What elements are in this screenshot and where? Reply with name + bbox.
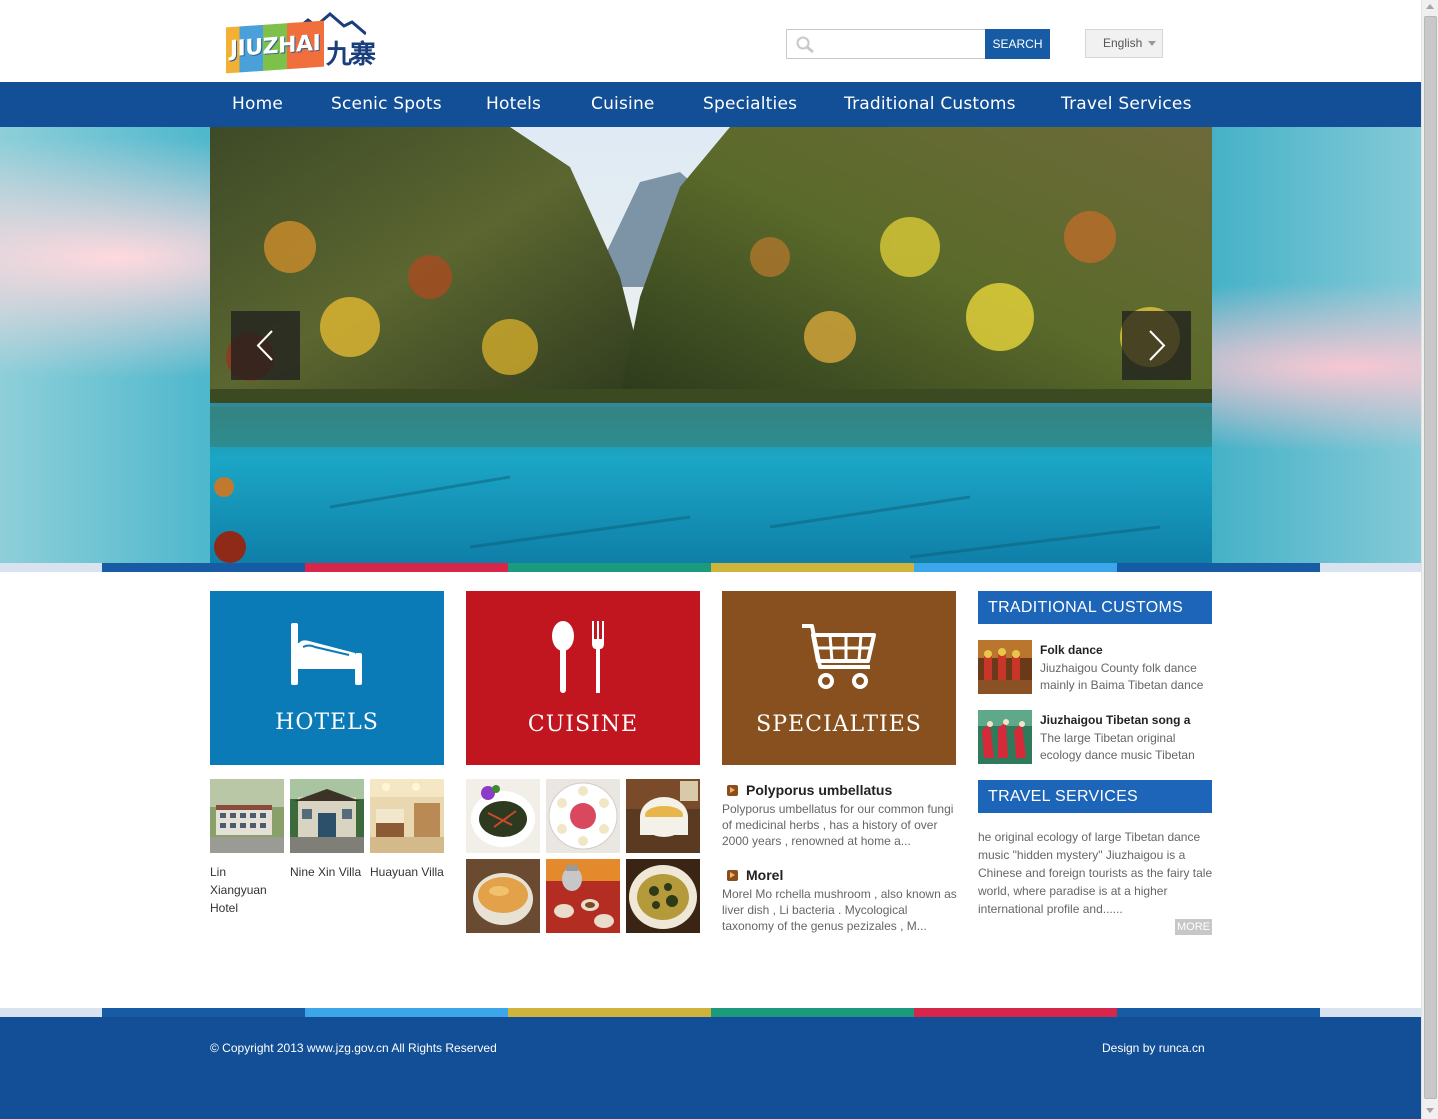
cuisine-photo[interactable] bbox=[466, 779, 540, 853]
language-select-value: English bbox=[1103, 36, 1143, 50]
stripe-segment bbox=[305, 563, 508, 572]
search-button[interactable]: SEARCH bbox=[985, 29, 1050, 59]
specialty-desc: Morel Mo rchella mushroom , also known a… bbox=[722, 887, 957, 933]
specialty-title[interactable]: Morel bbox=[746, 867, 783, 883]
scrollbar-thumb[interactable] bbox=[1424, 16, 1437, 1099]
scroll-up-arrow-icon[interactable] bbox=[1426, 4, 1434, 9]
vertical-scrollbar[interactable] bbox=[1421, 0, 1438, 1119]
cart-icon bbox=[802, 624, 876, 689]
slider-prev-button[interactable] bbox=[231, 311, 300, 380]
cuisine-photo[interactable] bbox=[626, 859, 700, 933]
travel-services-heading[interactable]: TRAVEL SERVICES bbox=[978, 780, 1212, 813]
nav-item-specialties[interactable]: Specialties bbox=[703, 82, 797, 127]
stripe-segment bbox=[711, 563, 914, 572]
bullet-icon bbox=[727, 870, 738, 881]
custom-desc: Jiuzhaigou County folk dance mainly in B… bbox=[1040, 661, 1204, 692]
specialties-tile-label: SPECIALTIES bbox=[756, 712, 922, 737]
hotel-name[interactable]: Lin Xiangyuan Hotel bbox=[210, 863, 284, 917]
custom-photo[interactable] bbox=[978, 640, 1032, 694]
hero-banner bbox=[0, 127, 1421, 563]
stripe-segment bbox=[102, 1008, 305, 1017]
hero-color-stripe bbox=[0, 563, 1421, 572]
stripe-segment bbox=[305, 1008, 508, 1017]
header: JIUZHAI 九寨 SEARCH English bbox=[0, 0, 1421, 82]
search-input[interactable] bbox=[819, 34, 979, 54]
stripe-segment bbox=[914, 563, 1117, 572]
nav-item-traditional-customs[interactable]: Traditional Customs bbox=[844, 82, 1016, 127]
stripe-segment bbox=[1117, 563, 1320, 572]
bed-icon bbox=[291, 623, 362, 685]
scroll-down-arrow-icon[interactable] bbox=[1426, 1108, 1434, 1113]
hotels-tile-label: HOTELS bbox=[275, 710, 379, 735]
stripe-segment bbox=[508, 1008, 711, 1017]
chevron-left-icon bbox=[256, 330, 273, 361]
more-button[interactable]: MORE bbox=[1175, 919, 1212, 935]
design-credit-link[interactable]: Design by runca.cn bbox=[1102, 1041, 1205, 1055]
spoon-fork-icon bbox=[552, 621, 604, 693]
specialties-tile[interactable]: SPECIALTIES bbox=[722, 591, 956, 765]
logo-text: JIUZHAI bbox=[226, 20, 324, 74]
custom-title[interactable]: Folk dance bbox=[1040, 643, 1103, 657]
stripe-segment bbox=[102, 563, 305, 572]
specialty-desc: Polyporus umbellatus for our common fung… bbox=[722, 802, 954, 848]
traditional-customs-heading[interactable]: TRADITIONAL CUSTOMS bbox=[978, 591, 1212, 624]
footer-color-stripe bbox=[0, 1008, 1421, 1017]
custom-photo[interactable] bbox=[978, 710, 1032, 764]
cuisine-photo[interactable] bbox=[466, 859, 540, 933]
hotel-name[interactable]: Nine Xin Villa bbox=[290, 863, 364, 881]
footer: © Copyright 2013 www.jzg.gov.cn All Righ… bbox=[0, 1017, 1421, 1119]
logo-chinese-text: 九寨 bbox=[326, 40, 376, 70]
copyright-text: © Copyright 2013 www.jzg.gov.cn All Righ… bbox=[210, 1041, 497, 1055]
hotel-photo[interactable] bbox=[210, 779, 284, 853]
nav-item-cuisine[interactable]: Cuisine bbox=[591, 82, 655, 127]
specialty-title[interactable]: Polyporus umbellatus bbox=[746, 782, 892, 798]
main-nav: Home Scenic Spots Hotels Cuisine Special… bbox=[0, 82, 1421, 127]
site-logo[interactable]: JIUZHAI 九寨 bbox=[226, 12, 378, 74]
travel-services-desc: he original ecology of large Tibetan dan… bbox=[978, 830, 1213, 916]
page: JIUZHAI 九寨 SEARCH English Home Scenic Sp… bbox=[0, 0, 1421, 1119]
stripe-segment bbox=[508, 563, 711, 572]
cuisine-tile-label: CUISINE bbox=[527, 712, 639, 737]
cuisine-photo[interactable] bbox=[626, 779, 700, 853]
hotel-photo[interactable] bbox=[290, 779, 364, 853]
hero-image bbox=[210, 127, 1212, 563]
nav-item-scenic-spots[interactable]: Scenic Spots bbox=[331, 82, 442, 127]
stripe-segment bbox=[711, 1008, 914, 1017]
chevron-right-icon bbox=[1149, 330, 1166, 361]
stripe-segment bbox=[1117, 1008, 1320, 1017]
slider-next-button[interactable] bbox=[1122, 311, 1191, 380]
cuisine-tile[interactable]: CUISINE bbox=[466, 591, 700, 765]
hotel-photo[interactable] bbox=[370, 779, 444, 853]
hotel-name[interactable]: Huayuan Villa bbox=[370, 863, 444, 881]
language-select[interactable]: English bbox=[1085, 29, 1163, 58]
cuisine-photo[interactable] bbox=[546, 779, 620, 853]
nav-item-home[interactable]: Home bbox=[232, 82, 283, 127]
cuisine-photo[interactable] bbox=[546, 859, 620, 933]
stripe-segment bbox=[914, 1008, 1117, 1017]
caret-down-icon bbox=[1148, 41, 1156, 46]
nav-item-travel-services[interactable]: Travel Services bbox=[1061, 82, 1192, 127]
custom-title[interactable]: Jiuzhaigou Tibetan song a bbox=[1040, 713, 1190, 727]
lake-landscape-image bbox=[210, 127, 1212, 563]
bullet-icon bbox=[727, 785, 738, 796]
search-icon bbox=[796, 36, 814, 54]
nav-item-hotels[interactable]: Hotels bbox=[486, 82, 541, 127]
search-box bbox=[786, 29, 986, 59]
hotels-tile[interactable]: HOTELS bbox=[210, 591, 444, 765]
custom-desc: The large Tibetan original ecology dance… bbox=[1040, 731, 1195, 762]
